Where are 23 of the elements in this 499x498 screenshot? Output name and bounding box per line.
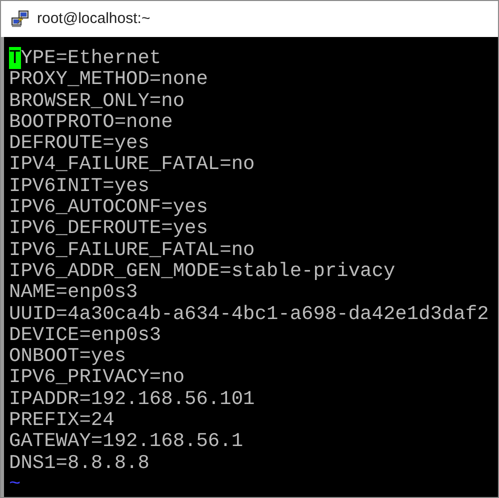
text-line: BOOTPROTO=none: [9, 112, 173, 134]
text-line: IPV6_PRIVACY=no: [9, 367, 185, 389]
text-line: IPV6INIT=yes: [9, 176, 150, 198]
text-line: PROXY_METHOD=none: [9, 69, 208, 91]
text-line: DEVICE=enp0s3: [9, 324, 162, 346]
text-line: IPV6_ADDR_GEN_MODE=stable-privacy: [9, 260, 396, 282]
text-line: GATEWAY=192.168.56.1: [9, 431, 244, 453]
text-line: IPADDR=192.168.56.101: [9, 388, 255, 410]
text-line: PREFIX=24: [9, 410, 114, 432]
window-title: root@localhost:~: [37, 8, 150, 29]
text-line: IPV6_AUTOCONF=yes: [9, 197, 208, 218]
text-line: NAME=enp0s3: [9, 282, 138, 304]
text-line: UUID=4a30ca4b-a634-4bc1-a698-da42e1d3daf2: [9, 304, 489, 325]
text-line: DNS1=8.8.8.8: [9, 452, 150, 474]
text-line: IPV4_FAILURE_FATAL=no: [9, 154, 255, 176]
text-line: TYPE=Ethernet: [9, 48, 162, 70]
tilde-marker: ~: [9, 474, 21, 496]
computers-icon: [11, 10, 29, 28]
text-line: DEFROUTE=yes: [9, 133, 150, 154]
text-line: BROWSER_ONLY=no: [9, 90, 185, 112]
text-line: IPV6_FAILURE_FATAL=no: [9, 240, 255, 261]
text-line: IPV6_DEFROUTE=yes: [9, 218, 208, 240]
text-line: ONBOOT=yes: [9, 346, 126, 368]
